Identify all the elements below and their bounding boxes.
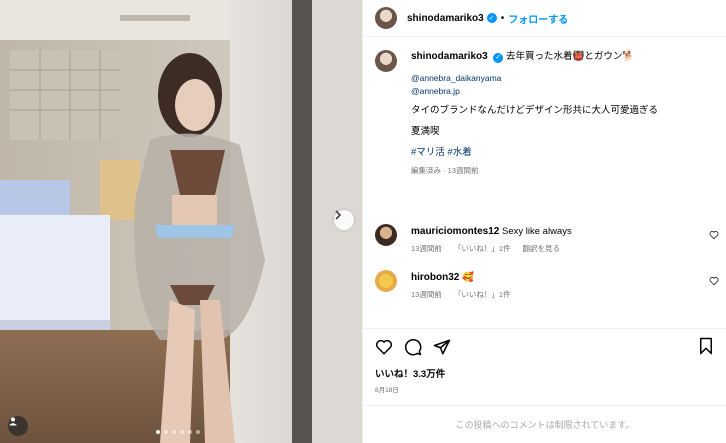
comment-likes[interactable]: 「いいね！」1件 [454,289,511,300]
post-actions: いいね！3.3万件 8月18日 [363,328,726,394]
caption-avatar[interactable] [375,50,397,72]
mask-emoji-icon: 👹 [572,51,585,62]
caption-first-line: shinodamariko3 ✓ 去年買った水着👹とガウン🐕 [411,50,658,64]
comment-time: 13週間前 [411,290,442,300]
translate-link[interactable]: 翻訳を見る [523,243,561,254]
verified-badge-icon: ✓ [486,13,497,23]
carousel-dot [172,430,176,434]
comment-item: hirobon32 🥰 13週間前 「いいね！」1件 [375,270,725,301]
follow-button[interactable]: フォローする [508,11,568,26]
caption-body: タイのブランドなんだけどデザイン形共に大人可愛過ぎる [411,105,659,117]
caption-meta: 編集済み · 13週間前 [411,165,479,175]
avatar[interactable] [375,7,397,29]
tagged-users-button[interactable] [8,416,28,436]
carousel-dot [164,430,168,434]
comment-likes[interactable]: 「いいね！」1件 [454,243,511,254]
verified-badge-icon: ✓ [493,52,504,63]
chevron-right-icon [335,210,342,220]
separator: • [500,12,505,24]
comment-icon[interactable] [404,338,422,356]
carousel-dot [188,430,192,434]
comment-username[interactable]: mauriciomontes12 [411,226,499,237]
carousel-next-button[interactable] [334,210,354,230]
hashtags[interactable]: #マリ活 #水着 [411,147,658,160]
dog-emoji-icon: 🐕 [622,51,635,62]
post-date[interactable]: 8月18日 [375,384,715,394]
post-header: shinodamariko3 ✓ • フォローする [363,0,726,37]
carousel-dot [156,430,160,434]
caption: shinodamariko3 ✓ 去年買った水着👹とガウン🐕 @annebra_… [375,50,715,176]
caption-text-end: とガウン [584,51,623,62]
user-icon [9,417,17,426]
bookmark-icon[interactable] [697,337,715,355]
carousel-indicator [156,430,200,434]
comment-time: 13週間前 [411,244,442,254]
caption-username[interactable]: shinodamariko3 [411,51,488,62]
photo-illustration [0,0,362,443]
mention-link-2[interactable]: @annebra.jp [411,85,658,98]
post-photo[interactable] [0,0,362,443]
carousel-dot [180,430,184,434]
mention-link-1[interactable]: @annebra_daikanyama [411,72,658,85]
caption-signature: 夏満喫 [411,126,440,138]
comments-limited-notice: この投稿へのコメントは制限されています。 [363,405,726,443]
comment-avatar[interactable] [375,224,397,246]
post-side-panel: shinodamariko3 ✓ • フォローする shinodamariko3… [362,0,726,443]
comment-avatar[interactable] [375,270,397,292]
comment-text: 🥰 [461,272,474,283]
comment-username[interactable]: hirobon32 [411,272,459,283]
likes-count[interactable]: いいね！3.3万件 [375,366,715,380]
comment-text: Sexy like always [502,226,572,237]
post-username[interactable]: shinodamariko3 [407,13,484,24]
carousel-dot [196,430,200,434]
heart-icon[interactable] [709,230,719,240]
caption-text: 去年買った水着 [505,51,573,62]
share-send-icon[interactable] [433,338,451,356]
heart-icon[interactable] [709,276,719,286]
comment-item: mauriciomontes12 Sexy like always 13週間前 … [375,224,725,255]
like-heart-icon[interactable] [375,338,393,356]
